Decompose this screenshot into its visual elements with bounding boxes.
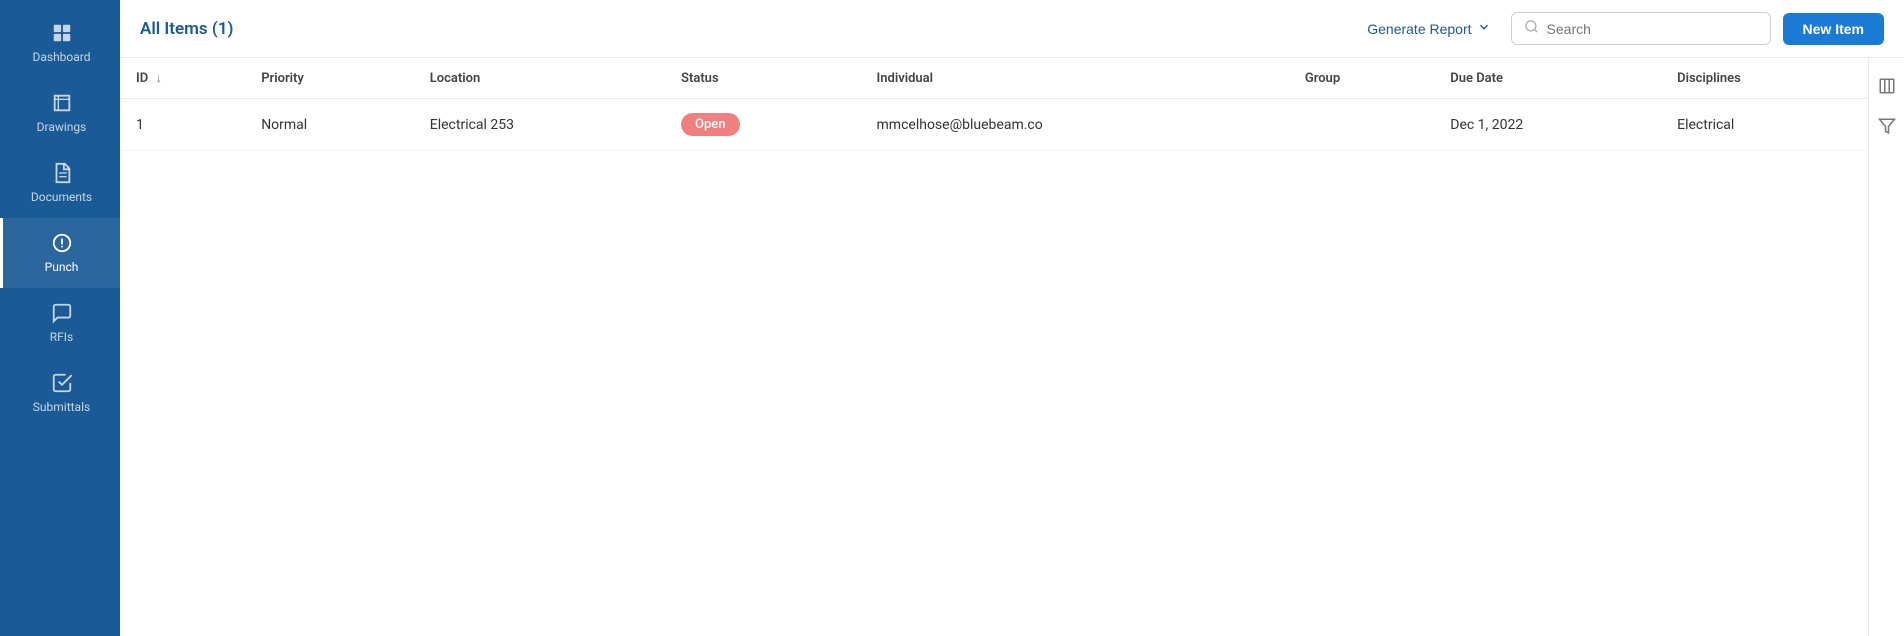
cell-priority: Normal: [245, 99, 414, 151]
search-icon: [1524, 19, 1539, 38]
col-group[interactable]: Group: [1289, 58, 1434, 99]
col-location[interactable]: Location: [414, 58, 665, 99]
col-status[interactable]: Status: [665, 58, 860, 99]
cell-individual: mmcelhose@bluebeam.co: [861, 99, 1289, 151]
cell-disciplines: Electrical: [1661, 99, 1868, 151]
cell-due-date: Dec 1, 2022: [1434, 99, 1661, 151]
sidebar-item-punch[interactable]: Punch: [0, 218, 120, 288]
sidebar-item-dashboard-label: Dashboard: [32, 50, 90, 64]
sidebar-item-punch-label: Punch: [45, 260, 79, 274]
chevron-down-icon: [1477, 20, 1491, 37]
table-columns-icon[interactable]: [1875, 74, 1899, 98]
cell-location: Electrical 253: [414, 99, 665, 151]
punch-icon: [51, 232, 73, 254]
table-row[interactable]: 1 Normal Electrical 253 Open mmcelhose@b…: [120, 99, 1868, 151]
filter-icon[interactable]: [1875, 114, 1899, 138]
new-item-button[interactable]: New Item: [1783, 13, 1884, 45]
right-sidebar: [1868, 58, 1904, 636]
generate-report-button[interactable]: Generate Report: [1359, 14, 1498, 43]
sidebar-item-drawings-label: Drawings: [37, 120, 87, 134]
sidebar-item-dashboard[interactable]: Dashboard: [0, 8, 120, 78]
sidebar-item-submittals[interactable]: Submittals: [0, 358, 120, 428]
sidebar-item-rfis[interactable]: RFIs: [0, 288, 120, 358]
submittals-icon: [51, 372, 73, 394]
sidebar-item-documents[interactable]: Documents: [0, 148, 120, 218]
sidebar-item-drawings[interactable]: Drawings: [0, 78, 120, 148]
drawings-icon: [51, 92, 73, 114]
table-container: ID ↓ Priority Location Status Individual…: [120, 58, 1868, 636]
documents-icon: [51, 162, 73, 184]
page-title: All Items (1): [140, 19, 1347, 39]
cell-id: 1: [120, 99, 245, 151]
generate-report-label: Generate Report: [1367, 21, 1471, 37]
sidebar-item-rfis-label: RFIs: [50, 330, 73, 344]
search-input[interactable]: [1547, 21, 1758, 37]
items-table: ID ↓ Priority Location Status Individual…: [120, 58, 1868, 151]
col-priority[interactable]: Priority: [245, 58, 414, 99]
sidebar-item-documents-label: Documents: [31, 190, 92, 204]
search-box: [1511, 12, 1771, 45]
sidebar-item-submittals-label: Submittals: [33, 400, 90, 414]
col-individual[interactable]: Individual: [861, 58, 1289, 99]
rfis-icon: [51, 302, 73, 324]
main-content: All Items (1) Generate Report New Item: [120, 0, 1904, 636]
col-disciplines[interactable]: Disciplines: [1661, 58, 1868, 99]
table-header-row: ID ↓ Priority Location Status Individual…: [120, 58, 1868, 99]
sort-icon: ↓: [155, 70, 162, 86]
sidebar: Dashboard Drawings Documents: [0, 0, 120, 636]
header-bar: All Items (1) Generate Report New Item: [120, 0, 1904, 58]
col-id[interactable]: ID ↓: [120, 58, 245, 99]
col-due-date[interactable]: Due Date: [1434, 58, 1661, 99]
new-item-label: New Item: [1803, 21, 1864, 37]
cell-status: Open: [665, 99, 860, 151]
cell-group: [1289, 99, 1434, 151]
status-badge: Open: [681, 113, 739, 136]
dashboard-icon: [51, 22, 73, 44]
